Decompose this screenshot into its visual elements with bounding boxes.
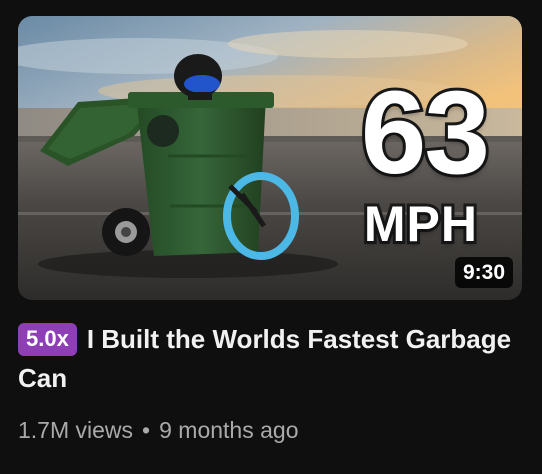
stats-separator: • (142, 417, 151, 443)
video-thumbnail[interactable]: 63 MPH 9:30 (18, 16, 522, 300)
thumbnail-speed-number: 63 (358, 67, 493, 199)
video-title[interactable]: I Built the Worlds Fastest Garbage Can (18, 324, 511, 393)
thumbnail-speed-unit: MPH (361, 196, 480, 252)
duration-badge: 9:30 (454, 257, 513, 288)
video-meta: 5.0x I Built the Worlds Fastest Garbage C… (18, 320, 523, 444)
video-stats: 1.7M views • 9 months ago (18, 416, 523, 444)
video-card[interactable]: 63 MPH 9:30 5.0x I Built the Worlds Faste… (0, 0, 542, 474)
view-count: 1.7M views (18, 417, 134, 443)
playback-speed-badge: 5.0x (18, 323, 77, 356)
upload-age: 9 months ago (159, 417, 299, 443)
video-title-row[interactable]: 5.0x I Built the Worlds Fastest Garbage C… (18, 320, 523, 398)
